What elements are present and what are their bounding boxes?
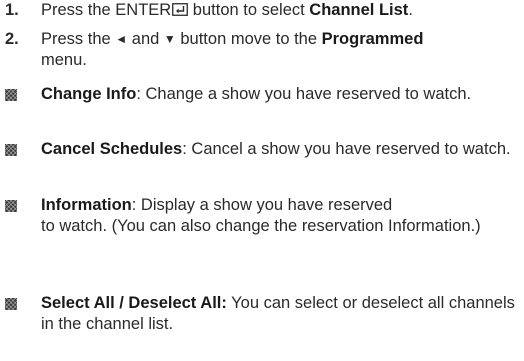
step-text: Press the ENTER button to select Channel…	[41, 0, 516, 21]
step-text-part: Press the ENTER	[41, 1, 172, 19]
bullet-separator: :	[131, 196, 141, 214]
bullet-term: Cancel Schedules	[41, 140, 183, 158]
step-number: 2.	[5, 30, 19, 48]
bullet-text: Information: Display a show you have res…	[41, 195, 481, 237]
step-text-part: .	[408, 1, 413, 19]
bullet-description: Cancel a show you have reserved to watch…	[191, 140, 511, 158]
bullet-description: Change a show you have reserved to watch…	[145, 85, 472, 103]
step-text-part: button to select	[188, 1, 310, 19]
step-text: Press the ◄ and ▼ button move to the Pro…	[41, 29, 516, 71]
square-bullet-icon	[5, 89, 17, 101]
bullet-description: Display a show you have reserved	[140, 196, 393, 214]
square-bullet-icon	[5, 144, 17, 156]
down-arrow-icon: ▼	[163, 32, 176, 46]
step-emphasis: Programmed	[321, 30, 424, 48]
step-text-part: and	[127, 30, 164, 48]
left-arrow-icon: ◄	[115, 32, 128, 46]
bullet-separator: :	[136, 85, 146, 103]
bullet-text: Change Info: Change a show you have rese…	[41, 84, 516, 105]
square-bullet-icon	[5, 200, 17, 212]
manual-page: 1. Press the ENTER button to select Chan…	[0, 0, 524, 361]
bullet-text: Cancel Schedules: Cancel a show you have…	[41, 139, 516, 160]
enter-icon	[172, 3, 189, 16]
step-number: 1.	[5, 1, 19, 19]
step-emphasis: Channel List	[309, 1, 409, 19]
bullet-term: Information	[41, 196, 132, 214]
step-text-part: Press the	[41, 30, 116, 48]
bullet-description: to watch. (You can also change the reser…	[41, 217, 481, 235]
step-text-part: button move to the	[175, 30, 322, 48]
bullet-term: Select All / Deselect All:	[41, 294, 227, 312]
bullet-text: Select All / Deselect All: You can selec…	[41, 293, 516, 335]
square-bullet-icon	[5, 298, 17, 310]
bullet-term: Change Info	[41, 85, 137, 103]
step-text-part: menu.	[41, 51, 87, 69]
